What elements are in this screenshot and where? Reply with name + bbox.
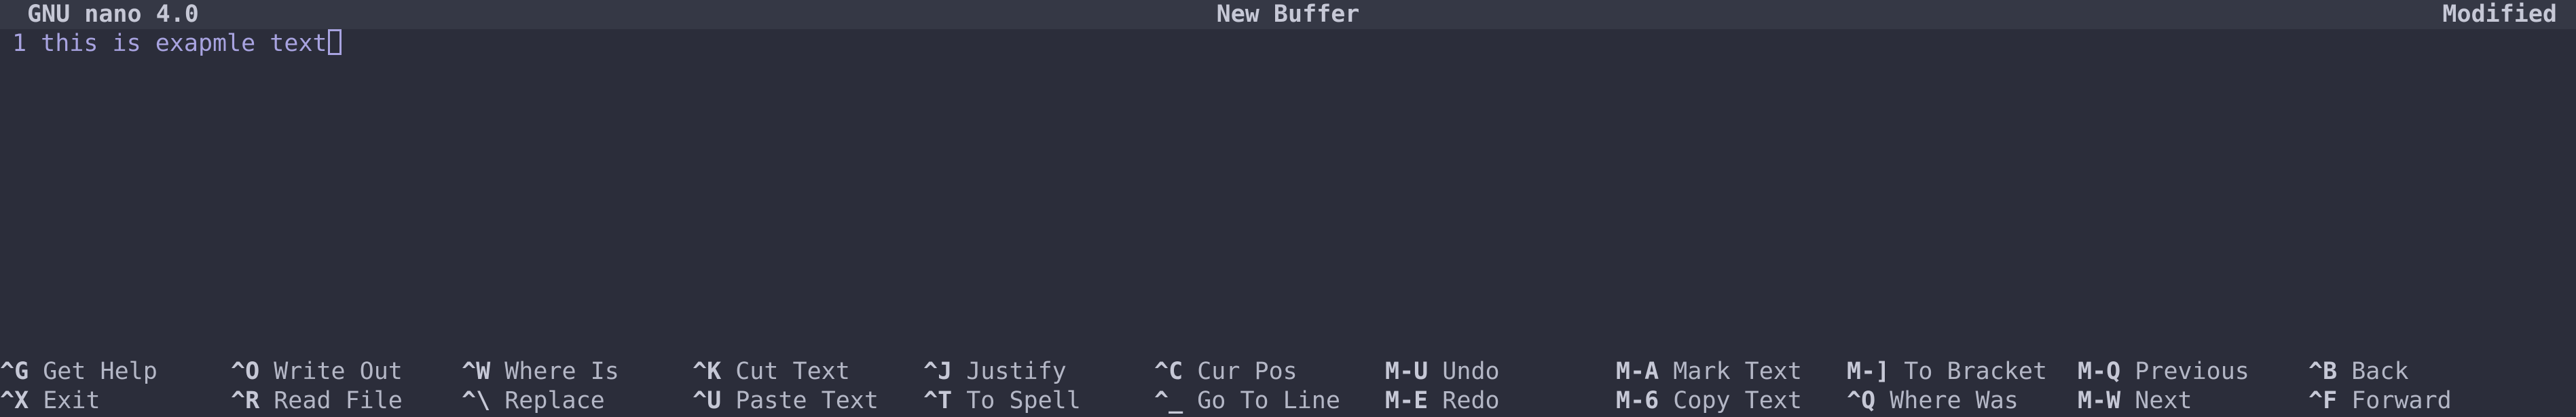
shortcut-label: Previous — [2135, 358, 2249, 385]
shortcut-justify[interactable]: ^J Justify — [923, 357, 1067, 386]
shortcut-key: ^X — [0, 387, 29, 414]
shortcut-back[interactable]: ^B Back — [2308, 357, 2409, 386]
shortcut-key: M-Q — [2078, 358, 2121, 385]
shortcut-where-was[interactable]: ^Q Where Was — [1847, 386, 2019, 416]
shortcut-cut-text[interactable]: ^K Cut Text — [693, 357, 850, 386]
line-number: 1 — [12, 30, 27, 57]
shortcut-cur-pos[interactable]: ^C Cur Pos — [1154, 357, 1298, 386]
shortcut-key: ^\ — [462, 387, 491, 414]
shortcut-read-file[interactable]: ^R Read File — [231, 386, 403, 416]
shortcut-get-help[interactable]: ^G Get Help — [0, 357, 158, 386]
shortcut-key: ^K — [693, 358, 722, 385]
shortcut-where-is[interactable]: ^W Where Is — [462, 357, 619, 386]
shortcut-label: Justify — [966, 358, 1067, 385]
shortcut-replace[interactable]: ^\ Replace — [462, 386, 605, 416]
shortcut-key: ^_ — [1154, 387, 1183, 414]
text-editor-area[interactable]: 1 this is exapmle text — [0, 29, 2576, 348]
shortcut-key: ^Q — [1847, 387, 1876, 414]
shortcut-label: Cut Text — [735, 358, 850, 385]
shortcut-write-out[interactable]: ^O Write Out — [231, 357, 403, 386]
shortcut-paste-text[interactable]: ^U Paste Text — [693, 386, 879, 416]
shortcut-mark-text[interactable]: M-A Mark Text — [1616, 357, 1802, 386]
text-cursor — [327, 29, 342, 55]
shortcut-exit[interactable]: ^X Exit — [0, 386, 100, 416]
shortcut-label: Get Help — [43, 358, 158, 385]
modified-status: Modified — [2442, 1, 2557, 28]
shortcut-key: ^R — [231, 387, 260, 414]
shortcut-label: To Bracket — [1904, 358, 2048, 385]
shortcut-to-bracket[interactable]: M-] To Bracket — [1847, 357, 2047, 386]
shortcut-bar: ^G Get Help ^O Write Out ^W Where Is ^K … — [0, 357, 2576, 417]
shortcut-key: ^F — [2308, 387, 2338, 414]
shortcut-key: ^O — [231, 358, 260, 385]
shortcut-next[interactable]: M-W Next — [2078, 386, 2192, 416]
buffer-name: New Buffer — [1216, 1, 1360, 28]
shortcut-undo[interactable]: M-U Undo — [1385, 357, 1500, 386]
shortcut-label: Exit — [43, 387, 100, 414]
shortcut-key: ^G — [0, 358, 29, 385]
shortcut-label: Paste Text — [735, 387, 879, 414]
line-text[interactable]: this is exapmle text — [41, 30, 327, 57]
shortcut-previous[interactable]: M-Q Previous — [2078, 357, 2249, 386]
shortcut-label: Where Was — [1890, 387, 2019, 414]
shortcut-label: Replace — [504, 387, 605, 414]
shortcut-key: M-] — [1847, 358, 1890, 385]
shortcut-label: Mark Text — [1673, 358, 1802, 385]
shortcut-key: ^T — [923, 387, 953, 414]
shortcut-label: Where Is — [504, 358, 619, 385]
shortcut-label: Cur Pos — [1197, 358, 1298, 385]
shortcut-label: Read File — [274, 387, 403, 414]
shortcut-to-spell[interactable]: ^T To Spell — [923, 386, 1081, 416]
shortcut-key: ^J — [923, 358, 953, 385]
shortcut-key: M-W — [2078, 387, 2121, 414]
shortcut-redo[interactable]: M-E Redo — [1385, 386, 1500, 416]
shortcut-label: Back — [2351, 358, 2409, 385]
shortcut-label: Copy Text — [1673, 387, 1802, 414]
shortcut-go-to-line[interactable]: ^_ Go To Line — [1154, 386, 1340, 416]
shortcut-label: Redo — [1442, 387, 1500, 414]
shortcut-key: ^C — [1154, 358, 1183, 385]
shortcut-label: Write Out — [274, 358, 403, 385]
shortcut-key: M-U — [1385, 358, 1429, 385]
shortcut-key: ^U — [693, 387, 722, 414]
shortcut-label: Next — [2135, 387, 2192, 414]
shortcut-key: M-E — [1385, 387, 1429, 414]
shortcut-label: To Spell — [966, 387, 1081, 414]
editor-line[interactable]: 1 this is exapmle text — [12, 29, 342, 59]
shortcut-label: Forward — [2351, 387, 2452, 414]
title-bar: GNU nano 4.0 New Buffer Modified — [0, 0, 2576, 29]
shortcut-key: ^W — [462, 358, 491, 385]
shortcut-label: Go To Line — [1197, 387, 1340, 414]
shortcut-copy-text[interactable]: M-6 Copy Text — [1616, 386, 1802, 416]
shortcut-forward[interactable]: ^F Forward — [2308, 386, 2452, 416]
shortcut-key: M-A — [1616, 358, 1659, 385]
shortcut-key: M-6 — [1616, 387, 1659, 414]
shortcut-label: Undo — [1442, 358, 1500, 385]
shortcut-key: ^B — [2308, 358, 2338, 385]
